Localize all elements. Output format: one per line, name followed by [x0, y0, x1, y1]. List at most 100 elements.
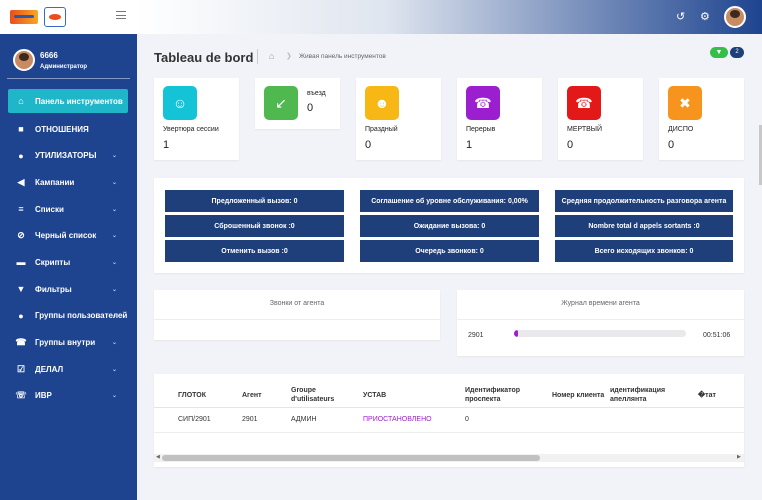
stat-card[interactable]: ☺ Увертюра сессии 1 — [154, 78, 239, 160]
stat-label: Перерыв — [466, 126, 496, 133]
table-cell: 0 — [465, 416, 469, 423]
summary-button[interactable]: Предложенный вызов: 0 — [165, 190, 344, 212]
table-header-cell[interactable]: идентификация апеллянта — [610, 386, 690, 404]
table-header-cell[interactable]: Groupe d'utilisateurs — [291, 386, 351, 404]
summary-button[interactable]: Средняя продолжительность разговора аген… — [555, 190, 733, 212]
filter-icon: ▼ — [715, 49, 723, 56]
sidebar-item[interactable]: ☑ ДЕЛАЛ ⌄ — [0, 356, 137, 383]
user-role: Администратор — [40, 63, 88, 70]
hamburger-menu-icon[interactable] — [116, 11, 126, 19]
users-icon: ☺ — [163, 86, 197, 120]
user-icon: ● — [18, 150, 24, 161]
chevron-down-icon: ⌄ — [111, 179, 117, 186]
sidebar-item-label: Списки — [35, 204, 64, 214]
table-row-divider — [154, 432, 744, 433]
sidebar-item[interactable]: ⌂ Панель инструментов — [8, 89, 128, 113]
summary-button[interactable]: Отменить вызов :0 — [165, 240, 344, 262]
table-header-cell[interactable]: УСТАВ — [363, 391, 443, 400]
agent-calls-title: Звонки от агента — [269, 300, 325, 307]
blocked-phone-icon: ⊘ — [17, 230, 25, 241]
table-header-cell[interactable]: Идентификатор проспекта — [465, 386, 545, 404]
stat-card[interactable]: ☻ Праздный 0 — [356, 78, 441, 160]
summary-button[interactable]: Всего исходящих звонков: 0 — [555, 240, 733, 262]
topbar-avatar[interactable] — [724, 6, 746, 28]
horizontal-scrollbar[interactable]: ◀ ▶ — [154, 454, 744, 462]
checklist-icon: ☑ — [16, 363, 26, 374]
filter-count-badge: 2 — [730, 47, 744, 58]
table-header-cell[interactable]: �тат — [698, 391, 762, 400]
sidebar-divider — [7, 78, 130, 79]
agent-time-value: 00:51:06 — [703, 332, 731, 339]
panel-divider — [457, 319, 744, 320]
agent-calls-panel: Звонки от агента — [154, 290, 440, 340]
card-icon: ▬ — [16, 257, 26, 268]
sidebar-user[interactable]: 6666 Администратор — [0, 34, 137, 76]
sidebar-item-label: ИВР — [35, 391, 52, 401]
sidebar-item-label: Группы внутри — [35, 338, 96, 348]
chevron-down-icon: ⌄ — [111, 313, 117, 320]
dashboard-icon: ⌂ — [18, 96, 24, 106]
phone-icon: ☎ — [15, 337, 27, 348]
table-header-divider — [154, 407, 744, 408]
history-icon[interactable]: ↺ — [676, 10, 685, 23]
sidebar-item[interactable]: ● Группы пользователей ⌄ — [0, 303, 137, 330]
sidebar-item-label: ОТНОШЕНИЯ — [35, 124, 89, 134]
user-clock-icon: ☻ — [365, 86, 399, 120]
summary-button[interactable]: Nombre total d appels sortants :0 — [555, 215, 733, 237]
company-logo — [10, 10, 38, 24]
list-icon: ≡ — [18, 204, 24, 215]
stat-card[interactable]: ☎ Перерыв 1 — [457, 78, 542, 160]
scroll-right-icon[interactable]: ▶ — [737, 454, 741, 460]
agent-time-progress-fill — [514, 330, 518, 337]
stat-label: ДИСПО — [668, 126, 694, 133]
stat-value: 0 — [668, 139, 675, 151]
page-title: Tableau de bord — [154, 50, 254, 65]
scroll-left-icon[interactable]: ◀ — [156, 454, 160, 460]
sidebar-item[interactable]: ≡ Списки ⌄ — [0, 196, 137, 223]
filter-button[interactable]: ▼ — [710, 47, 728, 58]
stat-value: 0 — [365, 139, 372, 151]
summary-button[interactable]: Сброшенный звонок :0 — [165, 215, 344, 237]
filter-icon: ▼ — [16, 284, 26, 295]
sidebar-item[interactable]: ◀ Кампании ⌄ — [0, 169, 137, 196]
stat-value: 0 — [567, 139, 574, 151]
stat-card[interactable]: ☎ МЕРТВЫЙ 0 — [558, 78, 643, 160]
breadcrumb: Живая панель инструментов — [299, 53, 386, 60]
stat-value: 1 — [163, 139, 170, 151]
phone-pause-icon: ☎ — [466, 86, 500, 120]
sidebar-item[interactable]: ☏ ИВР ⌄ — [0, 383, 137, 410]
sidebar-item[interactable]: ⊘ Черный список ⌄ — [0, 222, 137, 249]
sidebar-item-label: Кампании — [35, 177, 75, 187]
sidebar-item-label: УТИЛИЗАТОРЫ — [35, 151, 97, 161]
sidebar: 6666 Администратор ⌂ Панель инструментов ■… — [0, 0, 137, 500]
summary-button[interactable]: Ожидание вызова: 0 — [360, 215, 539, 237]
sidebar-item[interactable]: ▬ Скрипты ⌄ — [0, 249, 137, 276]
table-cell: 2901 — [242, 416, 258, 423]
scrollbar-thumb[interactable] — [162, 455, 540, 461]
sidebar-item[interactable]: ● УТИЛИЗАТОРЫ ⌄ — [0, 142, 137, 169]
agent-time-progress — [514, 330, 686, 337]
sidebar-item[interactable]: ■ ОТНОШЕНИЯ — [0, 116, 137, 143]
stat-card[interactable]: ✖ ДИСПО 0 — [659, 78, 744, 160]
phone-slash-icon: ✖ — [668, 86, 702, 120]
breadcrumb-divider — [257, 49, 258, 64]
sidebar-item-label: Панель инструментов — [35, 96, 123, 106]
stat-card[interactable]: ↙ въезд 0 — [255, 78, 340, 129]
sidebar-item[interactable]: ▼ Фильтры ⌄ — [0, 276, 137, 303]
topbar — [137, 0, 762, 34]
chevron-down-icon: ⌄ — [111, 393, 117, 400]
chevron-down-icon: ⌄ — [111, 340, 117, 347]
sidebar-item[interactable]: ☎ Группы внутри ⌄ — [0, 329, 137, 356]
chevron-down-icon: ⌄ — [111, 286, 117, 293]
stat-label: Увертюра сессии — [163, 126, 219, 133]
incoming-call-icon: ↙ — [264, 86, 298, 120]
summary-button[interactable]: Очередь звонков: 0 — [360, 240, 539, 262]
home-icon[interactable]: ⌂ — [269, 51, 274, 61]
sidebar-item-label: Черный список — [35, 231, 97, 241]
document-icon: ■ — [18, 124, 24, 135]
summary-button[interactable]: Соглашение об уровне обслуживания: 0,00% — [360, 190, 539, 212]
settings-icon[interactable]: ⚙ — [700, 10, 710, 23]
table-cell: СИП/2901 — [178, 416, 211, 423]
phone-wave-icon: ☏ — [15, 390, 27, 401]
status-cell: ПРИОСТАНОВЛЕНО — [363, 416, 432, 423]
